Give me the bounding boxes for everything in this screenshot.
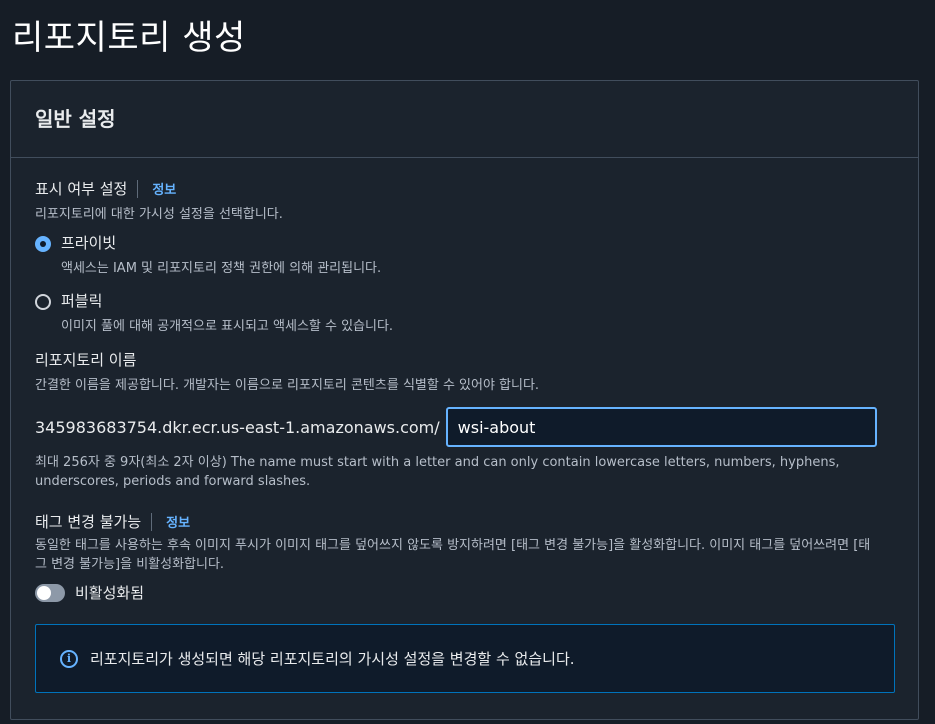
toggle-label: 비활성화됨 <box>75 584 145 602</box>
repo-name-section: 리포지토리 이름 간결한 이름을 제공합니다. 개발자는 이름으로 리포지토리 … <box>35 349 877 491</box>
radio-public[interactable]: 퍼블릭 이미지 풀에 대해 공개적으로 표시되고 액세스할 수 있습니다. <box>35 290 393 334</box>
repo-name-label: 리포지토리 이름 <box>35 351 137 369</box>
radio-private[interactable]: 프라이빗 액세스는 IAM 및 리포지토리 정책 권한에 의해 관리됩니다. <box>35 232 393 276</box>
tag-immutability-label: 태그 변경 불가능 <box>35 513 142 531</box>
visibility-section: 표시 여부 설정 정보 리포지토리에 대한 가시성 설정을 선택합니다. 프라이… <box>35 178 393 334</box>
general-settings-panel: 일반 설정 표시 여부 설정 정보 리포지토리에 대한 가시성 설정을 선택합니… <box>10 80 919 720</box>
radio-private-control[interactable] <box>35 236 51 252</box>
repo-name-input[interactable] <box>445 407 877 447</box>
radio-public-description: 이미지 풀에 대해 공개적으로 표시되고 액세스할 수 있습니다. <box>61 319 394 334</box>
info-icon: i <box>60 649 78 668</box>
panel-header: 일반 설정 <box>11 81 918 158</box>
radio-public-control[interactable] <box>35 294 51 310</box>
radio-private-title: 프라이빗 <box>61 234 117 252</box>
radio-private-description: 액세스는 IAM 및 리포지토리 정책 권한에 의해 관리됩니다. <box>61 261 382 276</box>
tag-immutability-info-link[interactable]: 정보 <box>166 512 190 531</box>
label-divider <box>151 512 153 531</box>
radio-public-title: 퍼블릭 <box>61 292 103 310</box>
label-divider <box>137 179 139 198</box>
tag-immutability-toggle[interactable] <box>35 583 65 602</box>
toggle-knob <box>37 585 51 600</box>
tag-immutability-description: 동일한 태그를 사용하는 후속 이미지 푸시가 이미지 태그를 덮어쓰지 않도록… <box>35 538 871 572</box>
alert-text: 리포지토리가 생성되면 해당 리포지토리의 가시성 설정을 변경할 수 없습니다… <box>90 650 575 668</box>
panel-title: 일반 설정 <box>35 107 116 131</box>
tag-immutability-toggle-row[interactable]: 비활성화됨 <box>35 582 875 603</box>
repo-uri-prefix: 345983683754.dkr.ecr.us-east-1.amazonaws… <box>35 417 440 437</box>
info-alert: i 리포지토리가 생성되면 해당 리포지토리의 가시성 설정을 변경할 수 없습… <box>35 624 895 693</box>
visibility-info-link[interactable]: 정보 <box>152 179 176 198</box>
repo-name-description: 간결한 이름을 제공합니다. 개발자는 이름으로 리포지토리 콘텐츠를 식별할 … <box>35 378 540 393</box>
repo-name-hint: 최대 256자 중 9자(최소 2자 이상) The name must sta… <box>35 455 840 489</box>
visibility-description: 리포지토리에 대한 가시성 설정을 선택합니다. <box>35 207 283 222</box>
visibility-label: 표시 여부 설정 <box>35 180 128 198</box>
page-title: 리포지토리 생성 <box>12 18 246 58</box>
tag-immutability-section: 태그 변경 불가능 정보 동일한 태그를 사용하는 후속 이미지 푸시가 이미지… <box>35 511 875 603</box>
